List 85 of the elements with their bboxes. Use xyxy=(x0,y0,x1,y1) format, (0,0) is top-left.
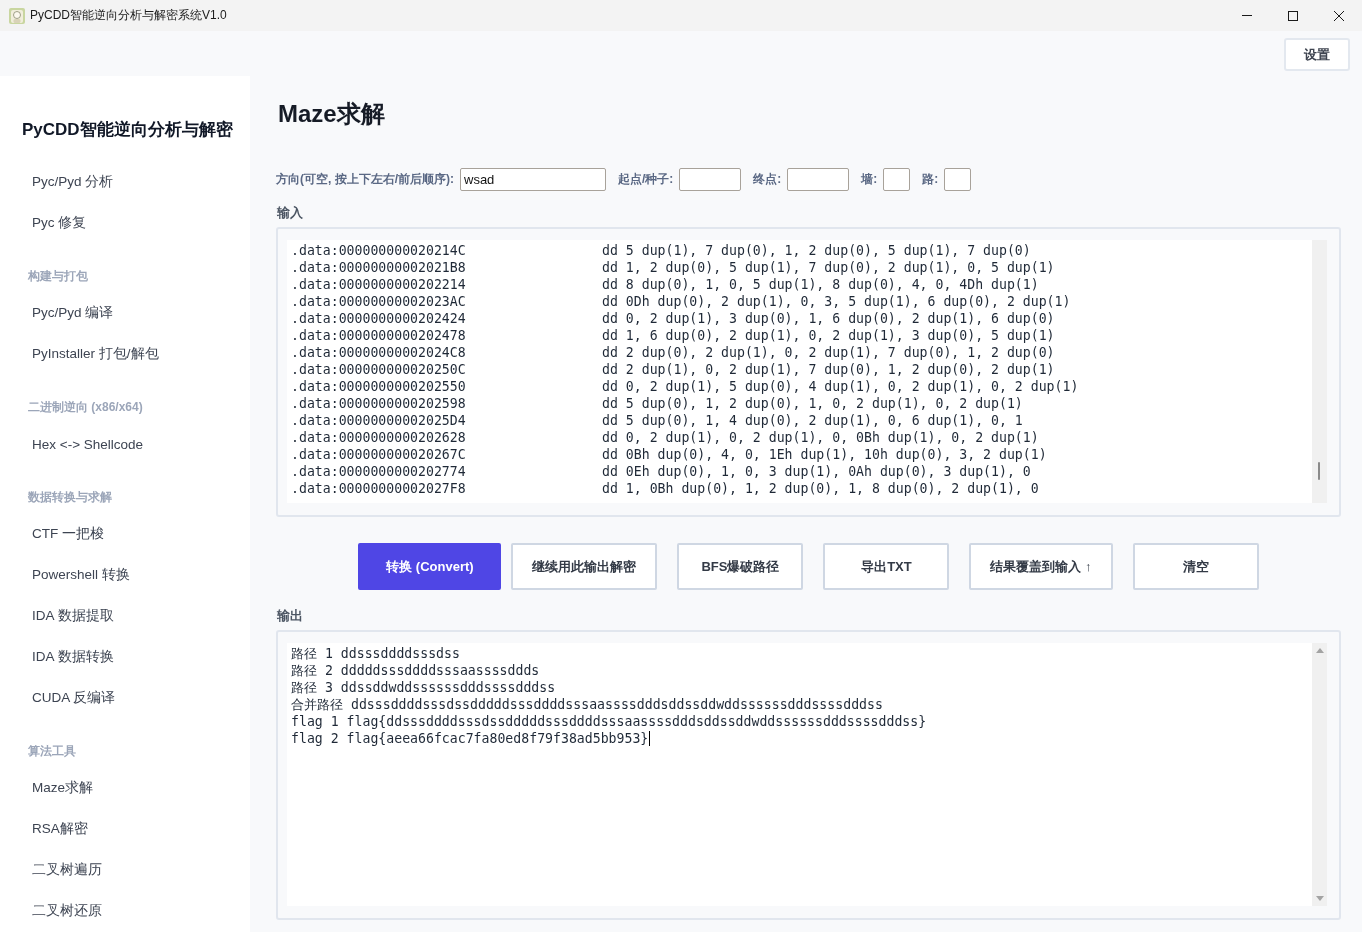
action-button[interactable]: 结果覆盖到输入 ↑ xyxy=(969,543,1113,590)
sidebar-item[interactable]: Powershell 转换 xyxy=(32,566,130,584)
data-text: dd 0Bh dup(0), 4, 0, 1Eh dup(1), 10h dup(0), 3, 2 dup(1) xyxy=(602,446,1047,463)
address-text: .data:0000000000202478 xyxy=(291,327,466,344)
section-heading: 算法工具 xyxy=(28,742,76,760)
data-text: dd 5 dup(0), 1, 2 dup(0), 1, 0, 2 dup(1), 0, 2 dup(1) xyxy=(602,395,1023,412)
section-heading: 二进制逆向 (x86/x64) xyxy=(28,398,143,416)
sidebar-item[interactable]: 二叉树还原 xyxy=(32,902,102,920)
data-text: dd 0, 2 dup(1), 5 dup(0), 4 dup(1), 0, 2 dup(1), 0, 2 dup(1) xyxy=(602,378,1079,395)
sidebar-item[interactable]: IDA 数据提取 xyxy=(32,607,114,625)
data-text: dd 1, 2 dup(0), 5 dup(1), 7 dup(0), 2 dup(1), 0, 5 dup(1) xyxy=(602,259,1055,276)
scrollbar-thumb[interactable] xyxy=(1318,462,1320,480)
field-label: 方向(可空, 按上下左右/前后顺序): xyxy=(276,171,454,188)
address-text: .data:00000000002025D4 xyxy=(291,412,466,429)
field-label: 墙: xyxy=(861,171,878,188)
data-text: dd 8 dup(0), 1, 0, 5 dup(1), 8 dup(0), 4, 0, 4Dh dup(1) xyxy=(602,276,1039,293)
scrollbar-track[interactable] xyxy=(1312,643,1327,906)
sidebar-item[interactable]: Pyc 修复 xyxy=(32,214,87,232)
action-button[interactable]: 清空 xyxy=(1132,543,1259,590)
address-text: .data:0000000000202774 xyxy=(291,463,466,480)
app-icon xyxy=(9,7,25,24)
address-text: .data:00000000002023AC xyxy=(291,293,466,310)
input-label: 输入 xyxy=(277,204,303,222)
sidebar-item[interactable]: IDA 数据转换 xyxy=(32,648,114,666)
address-text: .data:0000000000202214 xyxy=(291,276,466,293)
data-text: dd 0, 2 dup(1), 0, 2 dup(1), 0, 0Bh dup(1), 0, 2 dup(1) xyxy=(602,429,1039,446)
address-text: .data:00000000002021B8 xyxy=(291,259,466,276)
input-field[interactable] xyxy=(944,168,972,191)
address-text: .data:00000000002024C8 xyxy=(291,344,466,361)
data-text: dd 1, 6 dup(0), 2 dup(1), 0, 2 dup(1), 3 dup(0), 5 dup(1) xyxy=(602,327,1055,344)
output-line: 路径 3 ddssddwddssssssdddssssdddss xyxy=(291,679,556,696)
sidebar-item[interactable]: Hex <-> Shellcode xyxy=(32,436,144,452)
section-heading: 数据转换与求解 xyxy=(28,488,112,506)
data-text: dd 0, 2 dup(1), 3 dup(0), 1, 6 dup(0), 2 dup(1), 6 dup(0) xyxy=(602,310,1055,327)
sidebar-item[interactable]: Maze求解 xyxy=(32,779,93,797)
action-button[interactable]: 导出TXT xyxy=(823,543,950,590)
address-text: .data:000000000020267C xyxy=(291,446,466,463)
sidebar-item[interactable]: Pyc/Pyd 分析 xyxy=(32,173,114,191)
input-field[interactable]: wsad xyxy=(460,168,606,191)
minimize-icon xyxy=(1242,15,1252,16)
output-line: 合并路径 ddsssddddsssdssdddddsssddddsssaassssdddsddssddwddssssssdddssssdddss xyxy=(291,696,883,713)
address-text: .data:0000000000202550 xyxy=(291,378,466,395)
address-text: .data:000000000020250C xyxy=(291,361,466,378)
output-line: 路径 1 ddsssddddsssdss xyxy=(291,645,460,662)
address-text: .data:0000000000202598 xyxy=(291,395,466,412)
action-button[interactable]: 转换 (Convert) xyxy=(358,543,502,590)
field-label: 起点/种子: xyxy=(618,171,674,188)
input-field[interactable] xyxy=(787,168,850,191)
address-text: .data:000000000020214C xyxy=(291,242,466,259)
page-title: Maze求解 xyxy=(278,99,385,129)
action-button[interactable]: 继续用此输出解密 xyxy=(511,543,658,590)
data-text: dd 2 dup(0), 2 dup(1), 0, 2 dup(1), 7 dup(0), 1, 2 dup(0) xyxy=(602,344,1055,361)
data-text: dd 5 dup(1), 7 dup(0), 1, 2 dup(0), 5 dup(1), 7 dup(0) xyxy=(602,242,1031,259)
close-icon xyxy=(1334,10,1344,21)
data-text: dd 5 dup(0), 1, 4 dup(0), 2 dup(1), 0, 6 dup(1), 0, 1 xyxy=(602,412,1023,429)
section-heading: 构建与打包 xyxy=(28,267,88,285)
input-field[interactable] xyxy=(679,168,742,191)
maximize-icon xyxy=(1288,10,1298,21)
field-label: 路: xyxy=(922,171,939,188)
address-text: .data:00000000002027F8 xyxy=(291,480,466,497)
address-text: .data:0000000000202424 xyxy=(291,310,466,327)
field-label: 终点: xyxy=(753,171,782,188)
address-text: .data:0000000000202628 xyxy=(291,429,466,446)
action-button[interactable]: BFS爆破路径 xyxy=(677,543,804,590)
sidebar-item[interactable]: RSA解密 xyxy=(32,820,88,838)
sidebar-item[interactable]: Pyc/Pyd 编译 xyxy=(32,304,114,322)
data-text: dd 0Eh dup(0), 1, 0, 3 dup(1), 0Ah dup(0), 3 dup(1), 0 xyxy=(602,463,1031,480)
data-text: dd 1, 0Bh dup(0), 1, 2 dup(0), 1, 8 dup(0), 2 dup(1), 0 xyxy=(602,480,1039,497)
sidebar-item[interactable]: CTF 一把梭 xyxy=(32,525,104,543)
sidebar-item[interactable]: 二叉树遍历 xyxy=(32,861,102,879)
settings-button[interactable]: 设置 xyxy=(1284,38,1350,71)
output-line: 路径 2 dddddsssddddsssaassssddds xyxy=(291,662,540,679)
output-line: flag 2 flag{aeea66fcac7fa80ed8f79f38ad5bb953} xyxy=(291,730,649,747)
output-label: 输出 xyxy=(277,607,303,625)
output-line: flag 1 flag{ddsssddddsssdssdddddsssddddsssaassssdddsddssddwddssssssdddssssdddss} xyxy=(291,713,927,730)
scroll-down-icon[interactable] xyxy=(1315,896,1324,901)
sidebar-item[interactable]: PyInstaller 打包/解包 xyxy=(32,345,159,363)
sidebar-title: PyCDD智能逆向分析与解密 xyxy=(22,118,233,141)
scroll-up-icon[interactable] xyxy=(1315,648,1324,653)
sidebar-item[interactable]: CUDA 反编译 xyxy=(32,689,116,707)
data-text: dd 0Dh dup(0), 2 dup(1), 0, 3, 5 dup(1), 6 dup(0), 2 dup(1) xyxy=(602,293,1071,310)
data-text: dd 2 dup(1), 0, 2 dup(1), 7 dup(0), 1, 2 dup(0), 2 dup(1) xyxy=(602,361,1055,378)
scrollbar-track[interactable] xyxy=(1312,240,1327,503)
window-title: PyCDD智能逆向分析与解密系统V1.0 xyxy=(30,7,227,24)
input-field[interactable] xyxy=(883,168,911,191)
